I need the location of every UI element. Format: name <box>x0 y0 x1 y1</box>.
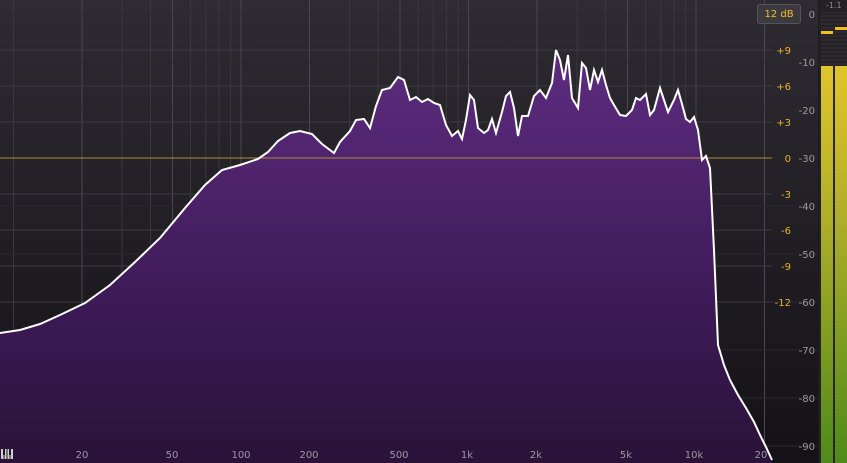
range-button[interactable]: 12 dB <box>757 4 801 24</box>
freq-label: 20 <box>76 450 89 461</box>
gain-label: -9 <box>781 262 791 273</box>
freq-label: 50 <box>166 450 179 461</box>
db-label: -30 <box>799 154 815 165</box>
gain-label: +3 <box>776 118 791 129</box>
db-label: -50 <box>799 250 815 261</box>
gain-label: -6 <box>781 226 791 237</box>
freq-label: 5k <box>620 450 632 461</box>
meter-bar-left <box>821 66 833 463</box>
db-label: -40 <box>799 202 815 213</box>
freq-label: 2k <box>530 450 542 461</box>
db-label-top: 0 <box>809 10 815 21</box>
gain-label: +6 <box>776 82 791 93</box>
freq-label: 20 <box>755 450 768 461</box>
gain-label: +9 <box>776 46 791 57</box>
gain-label: -3 <box>781 190 791 201</box>
freq-label: 100 <box>231 450 250 461</box>
piano-icon[interactable] <box>1 449 13 459</box>
spectrum-analyzer[interactable]: 20 50 100 200 500 1k 2k 5k 10k 20 +9 +6 … <box>0 0 847 463</box>
db-label: -90 <box>799 442 815 453</box>
gain-label: -12 <box>775 298 791 309</box>
freq-label: 500 <box>389 450 408 461</box>
db-label: -60 <box>799 298 815 309</box>
peak-hold-left <box>821 31 833 34</box>
peak-hold-right <box>835 27 847 30</box>
db-label: -20 <box>799 106 815 117</box>
gain-label: 0 <box>785 154 791 165</box>
db-label: -10 <box>799 58 815 69</box>
freq-label: 1k <box>461 450 473 461</box>
meter-bar-right <box>835 66 847 463</box>
db-label: -70 <box>799 346 815 357</box>
meter-peak-readout: -1.1 <box>826 1 842 10</box>
freq-label: 200 <box>299 450 318 461</box>
db-label: -80 <box>799 394 815 405</box>
level-meter <box>819 0 847 463</box>
freq-label: 10k <box>685 450 704 461</box>
